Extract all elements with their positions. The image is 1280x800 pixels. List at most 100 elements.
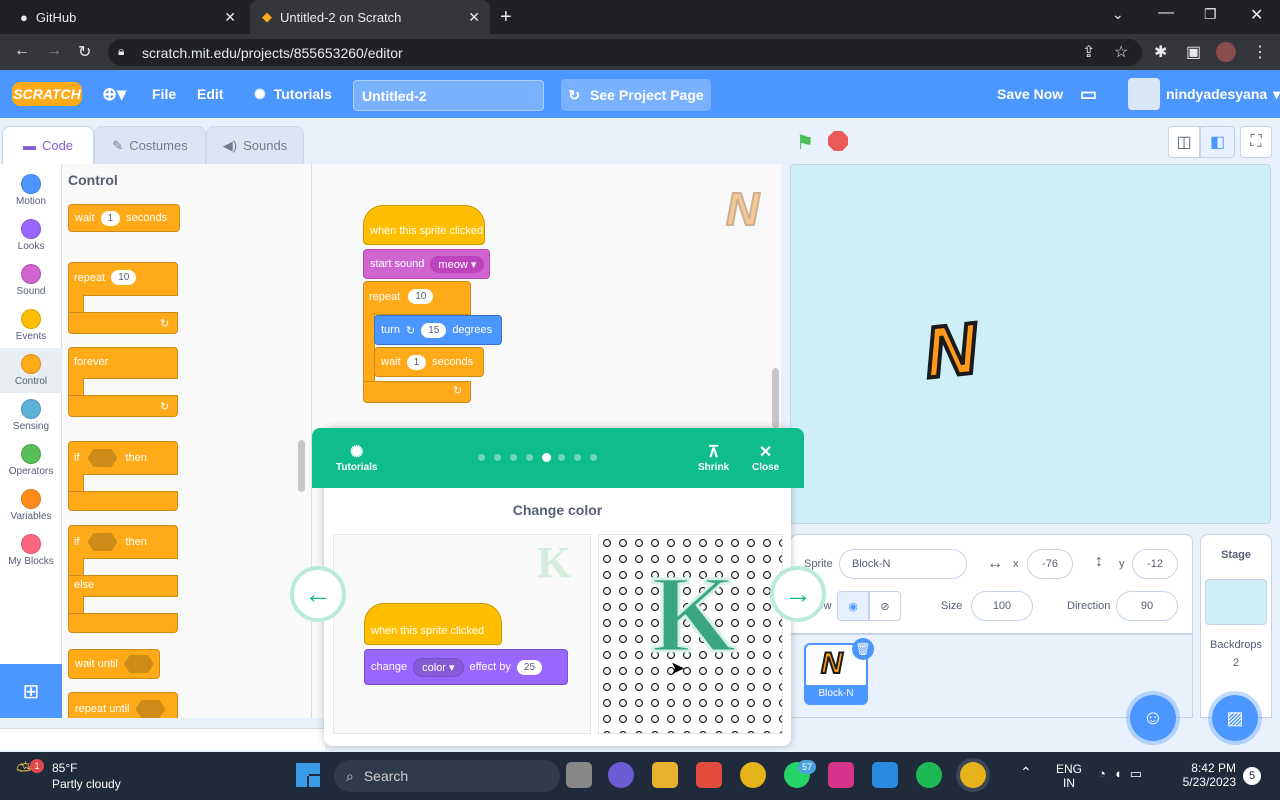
file-explorer-icon[interactable] [652, 762, 678, 788]
block-input[interactable]: 10 [408, 289, 434, 304]
size-input[interactable]: 100 [971, 591, 1033, 621]
tab-search-icon[interactable]: ⌄ [1112, 6, 1124, 23]
category-motion[interactable]: Motion [0, 168, 62, 213]
minimize-icon[interactable]: — [1158, 4, 1174, 22]
green-flag-icon[interactable]: ⚑ [796, 130, 814, 155]
close-button[interactable]: ✕ Close [752, 442, 779, 473]
step-dot[interactable] [542, 453, 551, 462]
next-step-button[interactable]: → [770, 566, 826, 622]
block-input[interactable]: 1 [100, 210, 121, 226]
chrome-icon[interactable] [740, 762, 766, 788]
script-scrollbar[interactable] [772, 368, 779, 428]
previous-step-button[interactable]: ← [290, 566, 346, 622]
language-indicator[interactable]: ENG IN [1056, 762, 1082, 790]
task-view-icon[interactable] [566, 762, 592, 788]
step-dot[interactable] [494, 454, 501, 461]
repeat-until-block[interactable]: repeat until [68, 692, 178, 718]
file-menu[interactable]: File [152, 70, 176, 118]
tab-github[interactable]: ● GitHub ✕ [8, 0, 246, 34]
new-tab-icon[interactable]: + [500, 6, 512, 29]
horizontal-scroll-area[interactable] [0, 728, 325, 750]
tab-code[interactable]: ▬ Code [2, 126, 94, 164]
restore-icon[interactable]: ❐ [1204, 6, 1217, 23]
lock-icon[interactable]: 🔒︎ [118, 44, 124, 59]
scratch-logo[interactable]: SCRATCH [12, 82, 82, 106]
reload-icon[interactable]: ↻ [78, 42, 91, 62]
palette-scrollbar[interactable] [298, 440, 305, 492]
wps-office-icon[interactable] [696, 762, 722, 788]
category-events[interactable]: Events [0, 303, 62, 348]
taskbar-search[interactable]: ⌕ Search [334, 760, 560, 792]
notification-count[interactable]: 5 [1243, 767, 1261, 785]
profile-avatar[interactable] [1216, 42, 1236, 62]
script-hat-block[interactable]: when this sprite clicked [363, 205, 485, 245]
small-stage-icon[interactable]: ◫ [1168, 126, 1200, 158]
system-tray-icons[interactable]: ◔◖▭ [1098, 766, 1150, 782]
shrink-button[interactable]: ⊼ Shrink [698, 442, 729, 473]
x-input[interactable]: -76 [1027, 549, 1073, 579]
sound-dropdown[interactable]: meow ▾ [430, 255, 485, 273]
boolean-slot[interactable] [123, 655, 154, 673]
boolean-slot[interactable] [87, 449, 118, 467]
step-dot[interactable] [478, 454, 485, 461]
share-icon[interactable]: ⇪ [1082, 42, 1095, 62]
tutorials-button[interactable]: ✺ Tutorials [336, 442, 377, 473]
close-tab-icon[interactable]: ✕ [468, 9, 480, 26]
step-dot[interactable] [558, 454, 565, 461]
tutorials-menu[interactable]: ✺ Tutorials [254, 70, 332, 118]
save-now-button[interactable]: Save Now [997, 70, 1063, 118]
chrome-profile-icon[interactable] [960, 762, 986, 788]
forward-icon[interactable]: → [46, 42, 62, 60]
category-looks[interactable]: Looks [0, 213, 62, 258]
wait-until-block[interactable]: wait until [68, 649, 160, 679]
wait-seconds-block[interactable]: wait 1 seconds [68, 204, 180, 232]
choose-sprite-icon[interactable]: ☺ [1130, 695, 1176, 741]
spotify-icon[interactable] [916, 762, 942, 788]
stage-canvas[interactable]: N [790, 164, 1271, 524]
fullscreen-icon[interactable]: ⛶ [1240, 126, 1272, 158]
stage-sprite[interactable]: N [919, 307, 983, 396]
bookmark-star-icon[interactable]: ☆ [1114, 42, 1128, 62]
show-hidden-icons[interactable]: ⌃ [1020, 764, 1032, 781]
block-input[interactable]: 10 [111, 270, 137, 285]
back-icon[interactable]: ← [14, 42, 30, 60]
stage-selector-panel[interactable]: Stage Backdrops 2 [1200, 534, 1272, 718]
tab-costumes[interactable]: ✎ Costumes [94, 126, 206, 164]
account-menu[interactable]: nindyadesyana ▾ [1166, 70, 1280, 118]
turn-block[interactable]: turn ↻ 15 degrees [374, 315, 502, 345]
large-stage-icon[interactable]: ◧ [1200, 126, 1235, 158]
tab-sounds[interactable]: ◀) Sounds [206, 126, 304, 164]
step-dot[interactable] [574, 454, 581, 461]
start-sound-block[interactable]: start sound meow ▾ [363, 249, 490, 279]
edit-menu[interactable]: Edit [197, 70, 223, 118]
close-tab-icon[interactable]: ✕ [224, 9, 236, 26]
my-stuff-folder-icon[interactable]: ▭ [1080, 70, 1097, 118]
direction-input[interactable]: 90 [1116, 591, 1178, 621]
hide-eye-slash-icon[interactable]: ⊘ [869, 591, 901, 621]
clock[interactable]: 8:42 PM 5/23/2023 [1176, 761, 1236, 789]
teams-icon[interactable] [608, 762, 634, 788]
stage-thumbnail[interactable] [1205, 579, 1267, 625]
category-sound[interactable]: Sound [0, 258, 62, 303]
boolean-slot[interactable] [87, 533, 118, 551]
y-input[interactable]: -12 [1132, 549, 1178, 579]
category-operators[interactable]: Operators [0, 438, 62, 483]
chrome-menu-icon[interactable]: ⋮ [1252, 42, 1268, 62]
category-my-blocks[interactable]: My Blocks [0, 528, 62, 573]
category-variables[interactable]: Variables [0, 483, 62, 528]
add-extension-button[interactable]: ⊞ [0, 664, 62, 718]
step-dot[interactable] [510, 454, 517, 461]
block-input[interactable]: 1 [406, 354, 427, 370]
project-title-input[interactable]: Untitled-2 [353, 80, 544, 111]
block-input[interactable]: 15 [421, 322, 447, 338]
language-globe-icon[interactable]: ⊕▾ [102, 70, 126, 118]
user-avatar[interactable] [1128, 78, 1160, 110]
choose-backdrop-icon[interactable]: ▨ [1212, 695, 1258, 741]
category-sensing[interactable]: Sensing [0, 393, 62, 438]
script-wait-block[interactable]: wait 1 seconds [374, 347, 484, 377]
delete-sprite-icon[interactable]: 🗑︎ [852, 638, 874, 660]
show-visible-eye-icon[interactable]: ◉ [837, 591, 869, 621]
boolean-slot[interactable] [135, 700, 166, 718]
url-bar[interactable]: scratch.mit.edu/projects/855653260/edito… [108, 39, 1142, 66]
stop-icon[interactable] [828, 131, 848, 151]
